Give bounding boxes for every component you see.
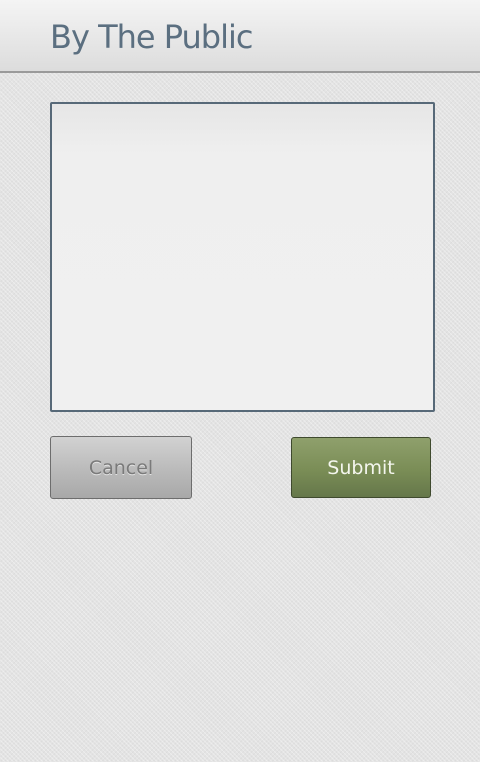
message-input[interactable] — [50, 102, 435, 412]
page-title: By The Public — [50, 18, 253, 56]
submit-button[interactable]: Submit — [291, 437, 431, 498]
cancel-button[interactable]: Cancel — [50, 436, 192, 499]
action-bar: By The Public — [0, 0, 480, 73]
